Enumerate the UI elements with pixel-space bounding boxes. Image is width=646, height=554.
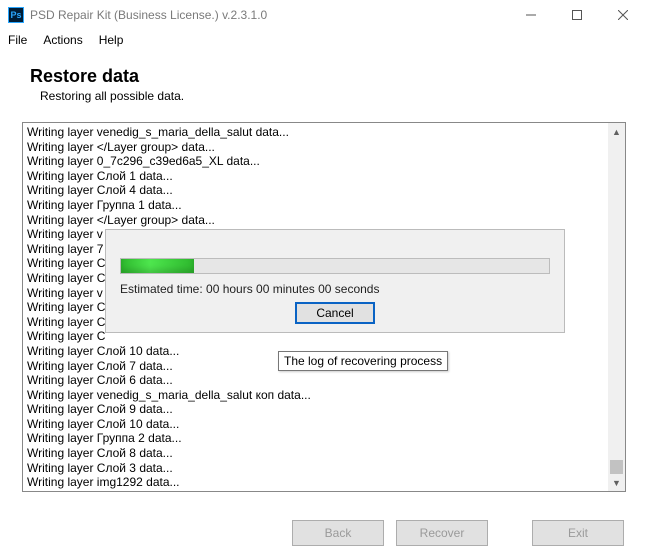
close-button[interactable]	[600, 0, 646, 30]
recover-button[interactable]: Recover	[396, 520, 488, 546]
estimated-time-label: Estimated time: 00 hours 00 minutes 00 s…	[120, 282, 564, 296]
back-button[interactable]: Back	[292, 520, 384, 546]
log-line: Writing layer Слой 8 data...	[27, 446, 609, 461]
menubar: File Actions Help	[0, 30, 646, 50]
log-line: Writing layer </Layer group> data...	[27, 213, 609, 228]
window-title: PSD Repair Kit (Business License.) v.2.3…	[30, 8, 508, 22]
menu-file[interactable]: File	[8, 33, 27, 47]
log-line: Writing layer Слой 17 data...	[27, 490, 609, 492]
log-line: Writing layer Группа 1 data...	[27, 198, 609, 213]
footer: Back Recover Exit	[0, 512, 646, 554]
log-line: Writing layer </Layer group> data...	[27, 140, 609, 155]
log-line: Writing layer Слой 6 data...	[27, 373, 609, 388]
page-subheading: Restoring all possible data.	[40, 89, 634, 103]
page-heading: Restore data	[30, 66, 634, 87]
log-line: Writing layer venedig_s_maria_della_salu…	[27, 125, 609, 140]
cancel-button[interactable]: Cancel	[295, 302, 375, 324]
minimize-button[interactable]	[508, 0, 554, 30]
log-line: Writing layer Слой 1 data...	[27, 169, 609, 184]
window-controls	[508, 0, 646, 30]
scroll-track[interactable]	[608, 140, 625, 474]
log-line: Writing layer 0_7c296_c39ed6a5_XL data..…	[27, 154, 609, 169]
progress-fill	[121, 259, 194, 273]
scroll-down-icon[interactable]: ▼	[608, 474, 625, 491]
scroll-up-icon[interactable]: ▲	[608, 123, 625, 140]
log-line: Writing layer venedig_s_maria_della_salu…	[27, 388, 609, 403]
scrollbar[interactable]: ▲ ▼	[608, 123, 625, 491]
content-area: Restore data Restoring all possible data…	[0, 50, 646, 103]
log-line: Writing layer Слой 4 data...	[27, 183, 609, 198]
maximize-button[interactable]	[554, 0, 600, 30]
log-line: Writing layer Слой 9 data...	[27, 402, 609, 417]
menu-help[interactable]: Help	[99, 33, 124, 47]
log-line: Writing layer Слой 3 data...	[27, 461, 609, 476]
app-icon: Ps	[8, 7, 24, 23]
scroll-thumb[interactable]	[610, 460, 623, 474]
tooltip: The log of recovering process	[278, 351, 448, 371]
progress-dialog: Estimated time: 00 hours 00 minutes 00 s…	[105, 229, 565, 333]
exit-button[interactable]: Exit	[532, 520, 624, 546]
log-line: Writing layer Слой 10 data...	[27, 417, 609, 432]
progress-bar	[120, 258, 550, 274]
log-line: Writing layer img1292 data...	[27, 475, 609, 490]
menu-actions[interactable]: Actions	[43, 33, 82, 47]
titlebar: Ps PSD Repair Kit (Business License.) v.…	[0, 0, 646, 30]
log-line: Writing layer Группа 2 data...	[27, 431, 609, 446]
